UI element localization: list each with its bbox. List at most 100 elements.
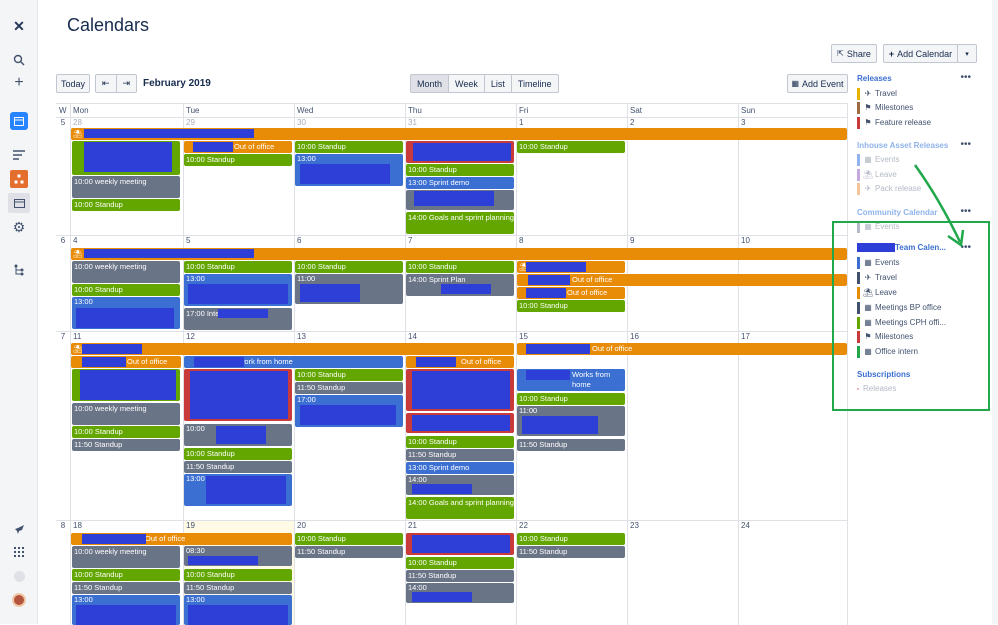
calendar-event[interactable]: 10:00 Standup bbox=[406, 557, 514, 569]
calendar-event[interactable]: 14:00 Goals and sprint planning bbox=[406, 212, 514, 234]
calendar-event[interactable]: 11:50 Standup bbox=[517, 546, 625, 558]
day-number[interactable]: 12 bbox=[184, 332, 195, 341]
calendar-event[interactable]: 10:00 Standup bbox=[72, 569, 180, 581]
add-calendar-button[interactable]: + Add Calendar bbox=[883, 44, 958, 63]
day-number[interactable]: 31 bbox=[406, 118, 417, 127]
search-icon[interactable] bbox=[10, 51, 28, 69]
calendar-item[interactable]: ▦ Events bbox=[857, 154, 899, 166]
view-list[interactable]: List bbox=[485, 75, 512, 92]
feed-icon[interactable] bbox=[10, 146, 28, 164]
calendar-event[interactable]: 13:00 Sprint demo bbox=[406, 462, 514, 474]
day-number[interactable]: 9 bbox=[628, 236, 634, 245]
calendar-item[interactable]: ⛱ Leave bbox=[857, 169, 897, 181]
calendar-event[interactable]: 10:00 Standup bbox=[406, 164, 514, 176]
calendar-event[interactable]: 13:00 Sprint demo bbox=[406, 177, 514, 189]
calendar-event[interactable]: 10:00 weekly meeting bbox=[72, 261, 180, 283]
day-number[interactable]: 16 bbox=[628, 332, 639, 341]
day-number[interactable]: 29 bbox=[184, 118, 195, 127]
calendar-event[interactable]: 10:00 Standup bbox=[406, 261, 514, 273]
calendar-group-title[interactable]: Releases bbox=[857, 74, 892, 83]
calendar-icon[interactable] bbox=[8, 193, 30, 213]
calendar-event[interactable]: 11:50 Standup bbox=[406, 570, 514, 582]
next-month-button[interactable]: ⇥ bbox=[117, 75, 137, 92]
plus-icon[interactable]: + bbox=[10, 74, 28, 92]
space-icon[interactable] bbox=[10, 112, 28, 130]
calendar-event[interactable]: 10:00 Standup bbox=[517, 393, 625, 405]
calendar-event[interactable]: 14:00 Goals and sprint planning bbox=[406, 497, 514, 519]
calendar-event[interactable]: 11:50 Standup bbox=[184, 582, 292, 594]
calendar-event[interactable]: 11:50 Standup bbox=[295, 382, 403, 394]
prev-month-button[interactable]: ⇤ bbox=[96, 75, 117, 92]
day-number[interactable]: 4 bbox=[71, 236, 77, 245]
calendar-event[interactable]: 10:00 Standup bbox=[517, 300, 625, 312]
day-number[interactable]: 17 bbox=[739, 332, 750, 341]
calendar-group-title[interactable]: Inhouse Asset Releases bbox=[857, 141, 948, 150]
calendar-event[interactable]: 11:50 Standup bbox=[406, 449, 514, 461]
tree-icon[interactable] bbox=[10, 170, 28, 188]
day-number[interactable]: 20 bbox=[295, 521, 306, 530]
calendar-event[interactable]: 11:50 Standup bbox=[517, 439, 625, 451]
day-number[interactable]: 11 bbox=[71, 332, 81, 341]
calendar-event[interactable]: 10:00 Standup bbox=[184, 154, 292, 166]
calendar-event[interactable]: 10:00 Standup bbox=[295, 141, 403, 153]
view-timeline[interactable]: Timeline bbox=[512, 75, 558, 92]
day-number[interactable]: 19 bbox=[184, 521, 195, 530]
day-number[interactable]: 21 bbox=[406, 521, 417, 530]
day-number[interactable]: 3 bbox=[739, 118, 745, 127]
scrollbar[interactable] bbox=[992, 0, 998, 624]
calendar-event[interactable]: 10:00 Standup bbox=[184, 569, 292, 581]
calendar-event[interactable]: 10:00 Standup bbox=[295, 369, 403, 381]
gear-icon[interactable]: ⚙ bbox=[10, 218, 28, 236]
day-number[interactable]: 22 bbox=[517, 521, 528, 530]
day-number[interactable]: 10 bbox=[739, 236, 750, 245]
day-number[interactable]: 7 bbox=[406, 236, 412, 245]
calendar-event[interactable]: 10:00 Standup bbox=[517, 533, 625, 545]
calendar-item[interactable]: ⚑ Feature release bbox=[857, 117, 931, 129]
day-number[interactable]: 23 bbox=[628, 521, 639, 530]
calendar-event[interactable]: 10:00 weekly meeting bbox=[72, 403, 180, 425]
calendar-event[interactable]: 10:00 Standup bbox=[295, 261, 403, 273]
day-number[interactable]: 14 bbox=[406, 332, 417, 341]
rocket-icon[interactable] bbox=[10, 520, 28, 538]
share-button[interactable]: ⇱ Share bbox=[831, 44, 877, 63]
day-number[interactable]: 18 bbox=[71, 521, 82, 530]
day-number[interactable]: 13 bbox=[295, 332, 306, 341]
apps-grid-icon[interactable] bbox=[10, 543, 28, 561]
day-number[interactable]: 1 bbox=[517, 118, 523, 127]
day-number[interactable]: 5 bbox=[184, 236, 190, 245]
calendar-item[interactable]: ⚑ Milestones bbox=[857, 102, 913, 114]
day-number[interactable]: 24 bbox=[739, 521, 750, 530]
help-icon[interactable] bbox=[10, 567, 28, 585]
more-options-button[interactable]: ••• bbox=[960, 139, 971, 150]
calendar-event[interactable]: 10:00 Standup bbox=[184, 448, 292, 460]
day-number[interactable]: 28 bbox=[71, 118, 82, 127]
day-number[interactable]: 6 bbox=[295, 236, 301, 245]
calendar-event[interactable]: 11:50 Standup bbox=[72, 439, 180, 451]
calendar-item[interactable]: ✈ Travel bbox=[857, 88, 897, 100]
add-event-button[interactable]: ▦ Add Event bbox=[787, 74, 848, 93]
calendar-event[interactable]: 10:00 Standup bbox=[72, 426, 180, 438]
hierarchy-icon[interactable] bbox=[10, 261, 28, 279]
user-avatar[interactable] bbox=[10, 591, 28, 609]
day-number[interactable]: 30 bbox=[295, 118, 306, 127]
calendar-event[interactable]: 10:00 Standup bbox=[72, 284, 180, 296]
day-number[interactable]: 2 bbox=[628, 118, 634, 127]
calendar-event[interactable]: 11:50 Standup bbox=[295, 546, 403, 558]
add-calendar-dropdown[interactable]: ▾ bbox=[957, 44, 977, 63]
day-number[interactable]: 15 bbox=[517, 332, 528, 341]
more-options-button[interactable]: ••• bbox=[960, 72, 971, 83]
calendar-event[interactable]: 10:00 Standup bbox=[72, 199, 180, 211]
calendar-event[interactable]: 10:00 weekly meeting bbox=[72, 176, 180, 198]
confluence-logo-icon[interactable]: ✕ bbox=[10, 17, 28, 35]
calendar-event[interactable]: 11:50 Standup bbox=[72, 582, 180, 594]
today-button[interactable]: Today bbox=[56, 74, 90, 93]
calendar-event[interactable]: 10:00 weekly meeting bbox=[72, 546, 180, 568]
day-number[interactable]: 8 bbox=[517, 236, 523, 245]
view-month[interactable]: Month bbox=[411, 75, 450, 92]
calendar-event[interactable]: 10:00 Standup bbox=[517, 141, 625, 153]
calendar-event[interactable]: 10:00 Standup bbox=[406, 436, 514, 448]
calendar-event[interactable]: 10:00 Standup bbox=[184, 261, 292, 273]
calendar-event[interactable]: 11:50 Standup bbox=[184, 461, 292, 473]
view-week[interactable]: Week bbox=[449, 75, 485, 92]
calendar-event[interactable]: 10:00 Standup bbox=[295, 533, 403, 545]
